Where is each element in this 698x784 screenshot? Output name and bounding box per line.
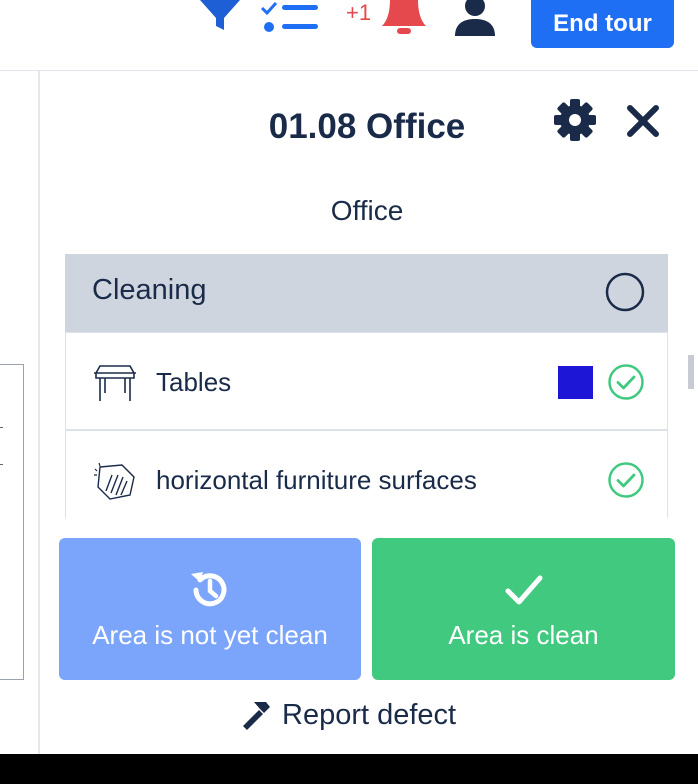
table-icon bbox=[94, 365, 136, 401]
left-tick bbox=[0, 427, 3, 428]
section-label: Cleaning bbox=[92, 274, 207, 306]
bottom-bar bbox=[0, 754, 698, 784]
section-header-cleaning[interactable]: Cleaning bbox=[65, 254, 668, 332]
check-circle-icon[interactable] bbox=[607, 363, 645, 401]
report-defect-link[interactable]: Report defect bbox=[240, 695, 456, 735]
bell-icon[interactable] bbox=[380, 0, 428, 36]
report-defect-label: Report defect bbox=[282, 698, 457, 731]
notification-count-badge: +1 bbox=[346, 0, 372, 25]
color-swatch bbox=[558, 366, 593, 399]
left-tick bbox=[0, 464, 3, 465]
area-detail-panel: 01.08 Office Office Cleaning Tables hori… bbox=[40, 71, 698, 754]
scrollbar-handle[interactable] bbox=[688, 355, 694, 389]
item-label: horizontal furniture surfaces bbox=[156, 465, 477, 495]
area-not-clean-button[interactable]: Area is not yet clean bbox=[59, 538, 361, 680]
list-item[interactable]: Tables bbox=[65, 332, 668, 430]
check-circle-icon[interactable] bbox=[607, 461, 645, 499]
list-item[interactable]: horizontal furniture surfaces bbox=[65, 430, 668, 518]
panel-subtitle: Office bbox=[330, 195, 404, 226]
left-panel-edge bbox=[0, 364, 24, 680]
wiping-hand-icon bbox=[94, 462, 135, 500]
user-icon[interactable] bbox=[452, 0, 498, 36]
item-label: Tables bbox=[156, 367, 232, 397]
button-label: Area is clean bbox=[448, 620, 599, 650]
checkmark-icon bbox=[505, 575, 542, 605]
end-tour-button[interactable]: End tour bbox=[531, 0, 674, 48]
close-icon[interactable] bbox=[626, 104, 660, 138]
gear-icon[interactable] bbox=[553, 98, 597, 142]
area-clean-button[interactable]: Area is clean bbox=[372, 538, 675, 680]
top-bar: +1 End tour bbox=[0, 0, 698, 71]
filter-icon[interactable] bbox=[198, 0, 242, 30]
circle-icon[interactable] bbox=[604, 271, 646, 313]
button-label: Area is not yet clean bbox=[92, 620, 328, 650]
checklist-icon[interactable] bbox=[258, 0, 320, 34]
history-icon bbox=[191, 572, 227, 607]
hammer-icon bbox=[243, 702, 270, 730]
